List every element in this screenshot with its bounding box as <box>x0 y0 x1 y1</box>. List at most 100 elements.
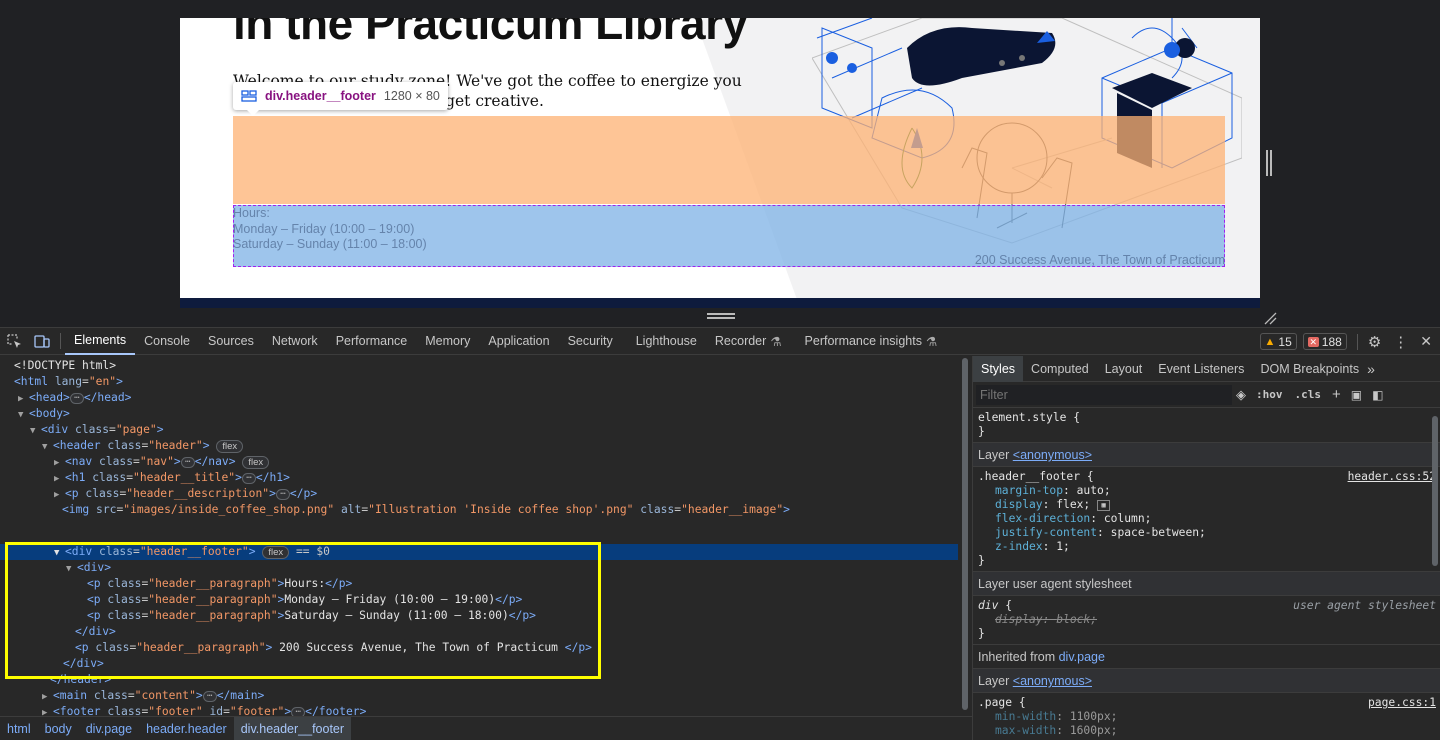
paint-brush-icon[interactable]: ▣ <box>1346 388 1367 402</box>
viewport-resize-handle-right[interactable] <box>1266 150 1272 176</box>
ellipsis-badge[interactable]: … <box>69 391 84 404</box>
add-rule-icon[interactable]: + <box>1327 386 1346 403</box>
tab-elements[interactable]: Elements <box>65 328 136 355</box>
tree-line-div-page[interactable]: ▼ <div class="page"> <box>30 422 164 438</box>
tree-line-footer[interactable]: ▶ <footer class="footer" id="footer">… </f… <box>42 704 366 716</box>
warnings-badge[interactable]: ▲ 15 <box>1259 333 1297 350</box>
tab-lighthouse[interactable]: Lighthouse <box>622 328 706 355</box>
footer-class: footer <box>155 705 196 716</box>
styles-filter-input[interactable] <box>976 384 1232 405</box>
prop-name: display <box>995 613 1043 626</box>
page-canvas: in the Practicum Library Welcome to our … <box>180 18 1260 308</box>
close-icon[interactable]: ✕ <box>1420 333 1432 350</box>
tree-line-header[interactable]: ▼ <header class="header"> flex <box>42 438 244 455</box>
css-property[interactable]: margin-top: auto; <box>978 484 1435 498</box>
hover-state-toggle[interactable]: :hov <box>1250 388 1289 401</box>
rule3-selector[interactable]: .page <box>978 696 1012 709</box>
collapse-triangle-icon[interactable]: ▼ <box>30 423 41 439</box>
tab-security[interactable]: Security <box>559 328 622 355</box>
styles-filter-row: ◈ :hov .cls + ▣ ◧ <box>973 382 1440 408</box>
ellipsis-badge[interactable]: … <box>202 689 217 702</box>
tab-sources[interactable]: Sources <box>199 328 263 355</box>
tab-event-listeners[interactable]: Event Listeners <box>1150 356 1252 382</box>
flex-badge[interactable]: flex <box>242 455 270 469</box>
header-css-source-link[interactable]: header.css:52 <box>1348 470 1436 483</box>
breadcrumb-div-header-footer[interactable]: div.header__footer <box>233 717 352 740</box>
tab-recorder[interactable]: Recorder ⚗ <box>706 328 791 355</box>
elements-scrollbar[interactable] <box>960 356 970 716</box>
ellipsis-badge[interactable]: … <box>275 487 290 500</box>
breadcrumb-html[interactable]: html <box>0 717 38 740</box>
prop-value: space-between; <box>1110 526 1206 539</box>
expand-triangle-icon[interactable]: ▶ <box>42 689 53 705</box>
more-tabs-chevron-icon[interactable]: » <box>1367 361 1375 377</box>
inspect-element-icon[interactable] <box>0 328 28 355</box>
css-property[interactable]: display: flex; ▦ <box>978 498 1435 512</box>
tab-performance[interactable]: Performance <box>327 328 417 355</box>
rule1-selector[interactable]: .header__footer <box>978 470 1080 483</box>
expand-triangle-icon[interactable]: ▶ <box>54 487 65 503</box>
tab-dom-breakpoints[interactable]: DOM Breakpoints <box>1252 356 1367 382</box>
header-class: header <box>155 439 196 452</box>
tree-line-img[interactable]: <img src="images/inside_coffee_shop.png"… <box>62 502 790 518</box>
tab-computed[interactable]: Computed <box>1023 356 1097 382</box>
tab-console[interactable]: Console <box>135 328 199 355</box>
ellipsis-badge[interactable]: … <box>291 705 306 716</box>
layers-icon[interactable]: ◈ <box>1232 387 1250 403</box>
sidebar-toggle-icon[interactable]: ◧ <box>1367 388 1388 402</box>
elements-scrollbar-thumb[interactable] <box>962 358 968 710</box>
collapse-triangle-icon[interactable]: ▼ <box>42 439 53 455</box>
inherited-link[interactable]: div.page <box>1059 650 1105 664</box>
ellipsis-badge[interactable]: … <box>180 455 195 468</box>
css-property[interactable]: z-index: 1; <box>978 540 1435 554</box>
layer-label: Layer <box>978 674 1010 688</box>
expand-triangle-icon[interactable]: ▶ <box>54 455 65 471</box>
css-property[interactable]: justify-content: space-between; <box>978 526 1435 540</box>
devtools-tabbar: Elements Console Sources Network Perform… <box>0 328 1440 355</box>
flex-badge[interactable]: flex <box>216 439 244 453</box>
element-style-selector[interactable]: element.style <box>978 411 1066 424</box>
breadcrumb-div-page[interactable]: div.page <box>79 717 139 740</box>
styles-scrollbar-thumb[interactable] <box>1432 416 1438 566</box>
viewport-resize-corner-icon[interactable] <box>1263 311 1277 325</box>
css-property[interactable]: flex-direction: column; <box>978 512 1435 526</box>
tree-line-body[interactable]: ▼ <body> <box>18 406 70 422</box>
tab-network[interactable]: Network <box>263 328 327 355</box>
breadcrumb-body[interactable]: body <box>38 717 79 740</box>
tree-line-main[interactable]: ▶ <main class="content">… </main> <box>42 688 264 704</box>
device-toolbar-icon[interactable] <box>28 328 56 355</box>
more-options-icon[interactable]: ⋮ <box>1387 333 1414 351</box>
layer-anonymous-link[interactable]: <anonymous> <box>1013 674 1092 688</box>
page-css-source-link[interactable]: page.css:1 <box>1368 696 1436 709</box>
expand-triangle-icon[interactable]: ▶ <box>54 471 65 487</box>
tab-performance-insights[interactable]: Performance insights ⚗ <box>791 328 947 355</box>
tree-line-h1[interactable]: ▶ <h1 class="header__title">… </h1> <box>54 470 290 486</box>
tab-memory[interactable]: Memory <box>416 328 479 355</box>
tab-styles[interactable]: Styles <box>973 356 1024 382</box>
expand-triangle-icon[interactable]: ▶ <box>42 705 53 716</box>
tree-line-nav[interactable]: ▶ <nav class="nav">… </nav> flex <box>54 454 270 471</box>
h1-class: header__title <box>139 471 229 484</box>
layer-anonymous-link[interactable]: <anonymous> <box>1013 448 1092 462</box>
class-toggle[interactable]: .cls <box>1289 388 1328 401</box>
tree-line-doctype[interactable]: <!DOCTYPE html> <box>14 358 116 374</box>
tree-line-html[interactable]: <html lang="en"> <box>14 374 123 390</box>
css-property-inherited[interactable]: max-width: 1600px; <box>978 724 1435 738</box>
tab-application[interactable]: Application <box>479 328 558 355</box>
ellipsis-badge[interactable]: … <box>241 471 256 484</box>
expand-triangle-icon[interactable]: ▶ <box>18 391 29 407</box>
tree-line-head[interactable]: ▶ <head>… </head> <box>18 390 131 406</box>
errors-badge[interactable]: ✕ 188 <box>1302 333 1347 350</box>
viewport-resize-handle-bottom[interactable] <box>707 313 735 319</box>
collapse-triangle-icon[interactable]: ▼ <box>18 407 29 423</box>
layer-anonymous-header-2: Layer <anonymous> <box>973 669 1440 693</box>
gear-icon[interactable]: ⚙ <box>1368 333 1381 351</box>
inherited-label: Inherited from <box>978 650 1056 664</box>
tab-layout[interactable]: Layout <box>1097 356 1151 382</box>
flexbox-editor-icon[interactable]: ▦ <box>1097 499 1111 511</box>
prop-name: margin-top <box>995 484 1064 497</box>
tree-line-p-description[interactable]: ▶ <p class="header__description">… </p> <box>54 486 317 502</box>
css-property-inherited[interactable]: min-width: 1100px; <box>978 710 1435 724</box>
breadcrumb-header[interactable]: header.header <box>139 717 234 740</box>
doctype-text: <!DOCTYPE html> <box>14 359 117 372</box>
